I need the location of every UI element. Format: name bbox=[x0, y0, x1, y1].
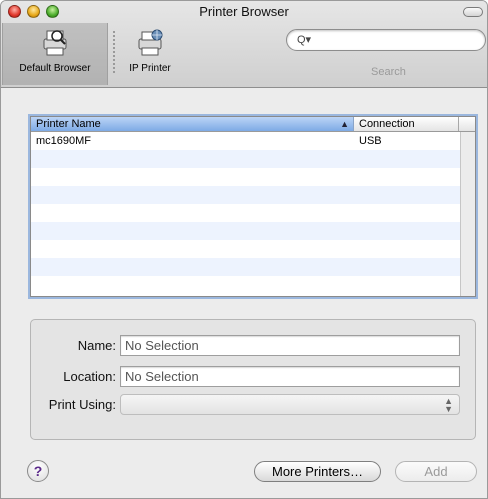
ip-printer-tab[interactable]: IP Printer bbox=[119, 23, 181, 85]
empty-row bbox=[31, 258, 460, 276]
printer-details-box: Name: No Selection Location: No Selectio… bbox=[30, 319, 476, 440]
name-label: Name: bbox=[77, 338, 116, 353]
table-row[interactable]: mc1690MF USB bbox=[31, 132, 460, 150]
location-label: Location: bbox=[63, 369, 116, 384]
empty-row bbox=[31, 240, 460, 258]
default-browser-label: Default Browser bbox=[19, 63, 91, 74]
more-printers-button[interactable]: More Printers… bbox=[254, 461, 381, 482]
add-button[interactable]: Add bbox=[395, 461, 477, 482]
search-caption: Search bbox=[371, 66, 406, 78]
toolbar-separator bbox=[113, 31, 115, 73]
empty-row bbox=[31, 168, 460, 186]
vertical-scrollbar[interactable] bbox=[460, 132, 475, 296]
printer-name-cell: mc1690MF bbox=[36, 135, 92, 147]
toolbar-toggle-button[interactable] bbox=[463, 7, 483, 17]
search-icon: Q▾ bbox=[297, 34, 312, 46]
print-using-popup[interactable]: ▲ ▼ bbox=[120, 394, 460, 415]
popup-arrows-icon: ▲ ▼ bbox=[444, 396, 453, 414]
search-field[interactable]: Q▾ bbox=[286, 29, 486, 51]
ip-printer-icon bbox=[138, 29, 163, 56]
location-field[interactable]: No Selection bbox=[120, 366, 460, 387]
column-printer-name[interactable]: Printer Name ▲ bbox=[31, 117, 354, 131]
connection-cell: USB bbox=[359, 135, 382, 147]
printer-browser-window: Printer Browser Default Browser IP Print… bbox=[0, 0, 488, 499]
column-printer-name-label: Printer Name bbox=[36, 118, 101, 130]
empty-row bbox=[31, 276, 460, 294]
empty-row bbox=[31, 150, 460, 168]
help-button[interactable]: ? bbox=[27, 460, 49, 482]
default-browser-tab[interactable]: Default Browser bbox=[2, 23, 108, 85]
empty-row bbox=[31, 204, 460, 222]
column-connection[interactable]: Connection bbox=[359, 117, 459, 131]
list-header: Printer Name ▲ Connection bbox=[31, 117, 475, 132]
title-toolbar: Printer Browser Default Browser IP Print… bbox=[1, 1, 487, 88]
empty-row bbox=[31, 222, 460, 240]
window-title: Printer Browser bbox=[199, 4, 289, 19]
list-body: mc1690MF USB bbox=[31, 132, 460, 296]
empty-row bbox=[31, 186, 460, 204]
sort-ascending-icon: ▲ bbox=[340, 119, 349, 129]
printer-list[interactable]: Printer Name ▲ Connection mc1690MF USB bbox=[30, 116, 476, 297]
ip-printer-label: IP Printer bbox=[129, 63, 171, 74]
name-field[interactable]: No Selection bbox=[120, 335, 460, 356]
print-using-label: Print Using: bbox=[48, 397, 116, 412]
printer-search-icon bbox=[43, 30, 67, 56]
